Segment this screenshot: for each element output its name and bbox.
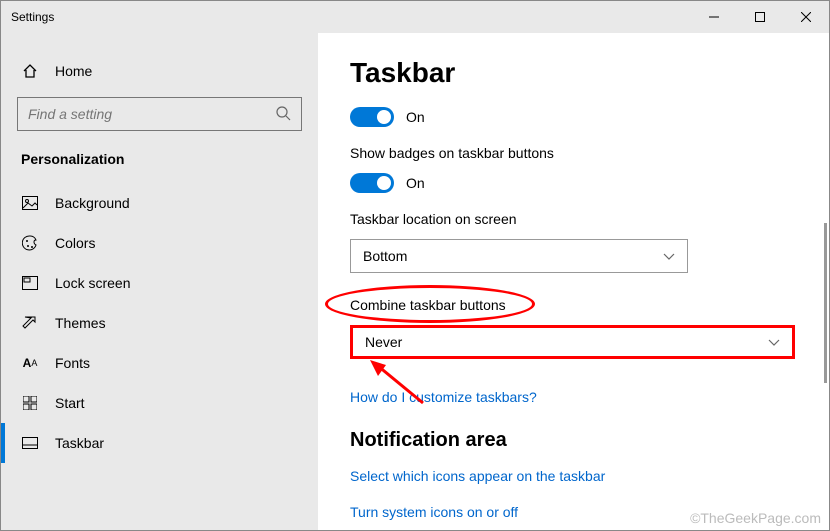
minimize-icon xyxy=(709,12,719,22)
sidebar-item-colors[interactable]: Colors xyxy=(1,223,318,263)
picture-icon xyxy=(21,194,39,212)
home-icon xyxy=(21,62,39,80)
maximize-icon xyxy=(755,12,765,22)
select-icons-link[interactable]: Select which icons appear on the taskbar xyxy=(350,468,829,484)
combine-value: Never xyxy=(365,334,402,350)
window-title: Settings xyxy=(11,10,54,24)
search-input[interactable] xyxy=(28,106,275,122)
sidebar-item-label: Fonts xyxy=(55,355,90,371)
badges-label: Show badges on taskbar buttons xyxy=(350,145,829,161)
sidebar-item-label: Background xyxy=(55,195,130,211)
lockscreen-icon xyxy=(21,274,39,292)
watermark: ©TheGeekPage.com xyxy=(690,510,821,526)
sidebar: Home Personalization Background Colors L… xyxy=(1,33,318,530)
sidebar-item-lockscreen[interactable]: Lock screen xyxy=(1,263,318,303)
toggle-badges-state: On xyxy=(406,175,425,191)
close-icon xyxy=(801,12,811,22)
sidebar-item-label: Lock screen xyxy=(55,275,130,291)
themes-icon xyxy=(21,314,39,332)
window-controls xyxy=(691,1,829,33)
chevron-down-icon xyxy=(768,334,780,350)
sidebar-item-taskbar[interactable]: Taskbar xyxy=(1,423,318,463)
main-content: Taskbar On Show badges on taskbar button… xyxy=(318,33,829,530)
toggle-row-2: On xyxy=(350,173,829,193)
search-icon xyxy=(275,105,291,124)
palette-icon xyxy=(21,234,39,252)
sidebar-item-label: Themes xyxy=(55,315,106,331)
maximize-button[interactable] xyxy=(737,1,783,33)
minimize-button[interactable] xyxy=(691,1,737,33)
combine-label: Combine taskbar buttons xyxy=(350,297,506,313)
customize-link[interactable]: How do I customize taskbars? xyxy=(350,389,829,405)
category-header: Personalization xyxy=(1,151,318,183)
home-label: Home xyxy=(55,63,92,79)
sidebar-item-label: Start xyxy=(55,395,85,411)
toggle-1-state: On xyxy=(406,109,425,125)
location-label: Taskbar location on screen xyxy=(350,211,829,227)
close-button[interactable] xyxy=(783,1,829,33)
location-dropdown[interactable]: Bottom xyxy=(350,239,688,273)
toggle-badges[interactable] xyxy=(350,173,394,193)
combine-dropdown[interactable]: Never xyxy=(350,325,795,359)
search-box[interactable] xyxy=(17,97,302,131)
sidebar-item-start[interactable]: Start xyxy=(1,383,318,423)
settings-window: Settings Home xyxy=(0,0,830,531)
toggle-row-1: On xyxy=(350,107,829,127)
scrollbar[interactable] xyxy=(824,223,827,383)
toggle-1[interactable] xyxy=(350,107,394,127)
location-value: Bottom xyxy=(363,248,407,264)
sidebar-item-themes[interactable]: Themes xyxy=(1,303,318,343)
sidebar-item-label: Colors xyxy=(55,235,95,251)
notification-header: Notification area xyxy=(350,429,829,452)
sidebar-item-label: Taskbar xyxy=(55,435,104,451)
sidebar-item-background[interactable]: Background xyxy=(1,183,318,223)
page-title: Taskbar xyxy=(350,57,829,89)
taskbar-icon xyxy=(21,434,39,452)
fonts-icon: AA xyxy=(21,354,39,372)
start-icon xyxy=(21,394,39,412)
sidebar-item-fonts[interactable]: AA Fonts xyxy=(1,343,318,383)
window-body: Home Personalization Background Colors L… xyxy=(1,33,829,530)
chevron-down-icon xyxy=(663,248,675,264)
titlebar: Settings xyxy=(1,1,829,33)
home-link[interactable]: Home xyxy=(1,51,318,91)
